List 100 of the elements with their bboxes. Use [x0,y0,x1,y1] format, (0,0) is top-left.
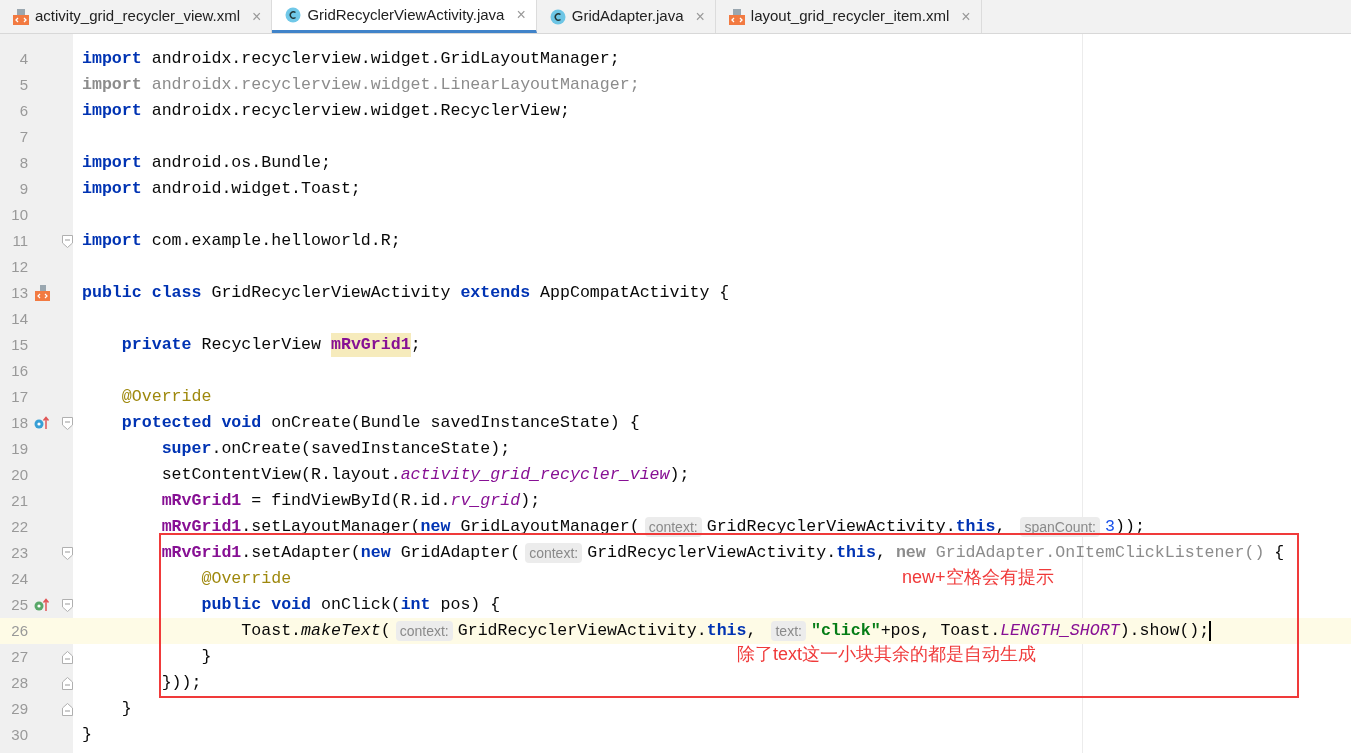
code-token: androidx.recyclerview.widget.RecyclerView; [150,99,570,122]
tab-label: activity_grid_recycler_view.xml [35,6,241,27]
tab-label: GridAdapter.java [571,6,684,27]
code-token: ( [380,619,391,642]
code-token: androidx.recyclerview.widget.GridLayoutManager; [150,47,620,70]
code-token: android.os.Bundle; [150,151,331,174]
code-token: 3 [1105,515,1115,538]
code-token: Toast. [240,619,302,642]
code-token: , [746,619,758,642]
code-token: this [955,515,996,538]
parameter-hint: context: [525,543,583,563]
line-number: 12 [10,256,28,277]
line-number: 25 [10,594,28,615]
text-cursor [1209,621,1212,641]
line-number: 5 [18,74,28,95]
parameter-hint: context: [644,517,702,537]
code-token: mRvGrid1 [160,541,242,564]
code-token: private [120,333,192,356]
line-number: 26 [10,620,28,641]
parameter-hint: spanCount: [1020,517,1100,537]
file-icon [13,8,29,25]
class-icon [285,7,302,23]
line-number: 16 [10,360,28,381]
code-token: mRvGrid1 [160,515,242,538]
code-token: } [200,645,212,668]
fold-icon[interactable] [62,598,73,612]
code-token: com.example.helloworld.R; [150,229,401,252]
code-token: import [82,99,142,122]
code-token: GridRecyclerViewActivity. [706,515,956,538]
code-token: GridAdapter.OnItemClickListener() [934,541,1265,564]
code-token: pos) { [439,593,501,616]
editor-tab[interactable]: GridAdapter.java × [536,0,716,33]
line-number: 19 [10,438,28,459]
code-token: RecyclerView [200,333,322,356]
line-number: 24 [10,568,28,589]
code-token: } [120,697,132,720]
code-token: AppCompatActivity { [539,281,730,304]
code-token: })); [160,671,202,694]
line-number: 27 [10,646,28,667]
fold-icon[interactable] [62,546,73,560]
code-token: ); [520,489,541,512]
code-token: import [82,177,142,200]
code-token: ); [669,463,690,486]
line-number: 7 [18,126,28,147]
layout-file-icon[interactable] [34,285,50,301]
code-token: GridRecyclerViewActivity. [587,541,837,564]
code-token: , [876,541,887,564]
line-number: 10 [10,204,28,225]
code-token: ; [410,333,421,356]
fold-icon[interactable] [62,234,73,248]
line-number: 14 [10,308,28,329]
code-token: .setAdapter( [241,541,361,564]
code-token: new [420,515,451,538]
code-token: @Override [120,385,212,408]
fold-icon[interactable] [62,676,73,690]
line-number: 30 [10,724,28,745]
code-token: androidx.recyclerview.widget.LinearLayoutManager; [150,73,640,96]
line-number: 6 [18,100,28,121]
annotation-note: new+空格会有提示 [902,566,1054,589]
code-token: public void [200,593,312,616]
line-number: 13 [10,282,28,303]
code-token: mRvGrid1 [330,332,411,358]
code-token: onClick( [320,593,401,616]
up-arrow-icon[interactable] [34,598,50,612]
fold-icon[interactable] [62,416,73,430]
code-token: = findViewById(R.id. [250,489,451,512]
fold-icon[interactable] [62,702,73,716]
tab-label: GridRecyclerViewActivity.java [307,4,505,25]
line-number: 8 [18,152,28,173]
code-token: +pos, Toast. [880,619,1001,642]
code-token: this [706,619,747,642]
parameter-hint: text: [771,621,806,641]
code-token: GridAdapter( [399,541,521,564]
code-token: @Override [200,567,292,590]
line-number: 4 [18,48,28,69]
code-token: GridRecyclerViewActivity [210,281,452,304]
code-token: import [82,229,142,252]
line-number: 9 [18,178,28,199]
code-token: import [82,47,142,70]
code-token: makeText [301,619,381,642]
code-token: new [895,541,926,564]
code-token: this [836,541,876,564]
code-token: "click" [810,619,881,642]
fold-icon[interactable] [62,650,73,664]
code-token: protected void [120,411,262,434]
code-token: new [360,541,391,564]
line-number: 21 [10,490,28,511]
annotation-note: 除了text这一小块其余的都是自动生成 [737,643,1036,666]
tab-label: layout_grid_recycler_item.xml [750,6,950,27]
code-token: GridRecyclerViewActivity. [457,619,707,642]
code-token: import [82,73,142,96]
code-token: LENGTH_SHORT [1000,619,1120,642]
editor-tab[interactable]: layout_grid_recycler_item.xml × [715,0,982,33]
code-token: } [82,723,92,746]
code-token: int [400,593,431,616]
code-token: { [1273,541,1285,564]
line-number: 22 [10,516,28,537]
code-token: GridLayoutManager( [459,515,640,538]
editor-tab[interactable]: GridRecyclerViewActivity.java × [272,0,537,33]
up-arrow-icon[interactable] [34,416,50,430]
